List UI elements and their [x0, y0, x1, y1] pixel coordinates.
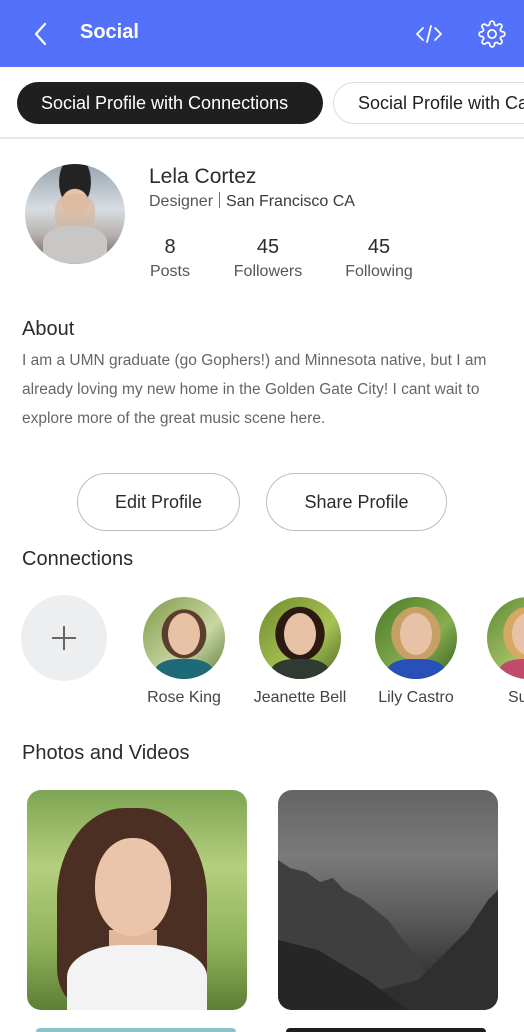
connection-name: Lily Castro — [378, 689, 454, 706]
tab-bar: Social Profile with Connections Social P… — [0, 67, 524, 139]
stat-value: 8 — [164, 236, 176, 258]
profile-avatar — [25, 164, 125, 264]
tab-social-profile-cards[interactable]: Social Profile with Ca — [333, 82, 524, 124]
add-connection-button[interactable] — [21, 595, 107, 681]
edit-profile-button[interactable]: Edit Profile — [77, 473, 240, 531]
stat-followers[interactable]: 45 Followers — [232, 236, 304, 281]
stat-value: 45 — [367, 236, 391, 258]
photo-thumbnail[interactable] — [27, 790, 247, 1010]
connection-avatar — [259, 597, 341, 679]
connection-item[interactable]: Rose King — [134, 597, 234, 707]
photo-thumbnail-partial[interactable] — [286, 1028, 486, 1032]
connections-heading: Connections — [22, 548, 134, 570]
share-profile-button[interactable]: Share Profile — [266, 473, 447, 531]
stat-value: 45 — [256, 236, 280, 258]
profile-name: Lela Cortez — [149, 165, 257, 188]
divider — [219, 192, 221, 208]
profile-subline: Designer San Francisco CA — [149, 192, 355, 211]
connection-name: Jeanette Bell — [253, 689, 347, 706]
settings-button[interactable] — [478, 20, 506, 48]
photos-heading: Photos and Videos — [22, 742, 190, 764]
connection-item[interactable]: Lily Castro — [366, 597, 466, 707]
connection-avatar — [143, 597, 225, 679]
connection-name: Susie — [507, 689, 524, 706]
tab-social-profile-connections[interactable]: Social Profile with Connections — [17, 82, 323, 124]
profile-role: Designer — [149, 193, 214, 210]
photo-thumbnail-partial[interactable] — [36, 1028, 236, 1032]
stat-posts[interactable]: 8 Posts — [149, 236, 191, 281]
about-text: I am a UMN graduate (go Gophers!) and Mi… — [22, 352, 487, 427]
mountain-landscape-image — [278, 860, 498, 1010]
photo-thumbnail[interactable] — [278, 790, 498, 1010]
stat-label: Following — [345, 263, 413, 280]
connection-item[interactable]: Jeanette Bell — [250, 597, 350, 707]
chevron-left-icon — [34, 22, 47, 46]
app-title: Social — [80, 21, 139, 43]
code-icon — [416, 25, 442, 43]
back-button[interactable] — [28, 20, 54, 48]
connection-name: Rose King — [147, 689, 221, 706]
connection-item[interactable]: Susie — [478, 597, 524, 707]
app-bar: Social — [0, 0, 524, 67]
about-heading: About — [22, 318, 75, 340]
avatar-scarf-shape — [43, 226, 107, 264]
stat-label: Posts — [149, 263, 190, 280]
gear-icon — [478, 20, 506, 48]
stat-following[interactable]: 45 Following — [343, 236, 415, 281]
connection-avatar — [487, 597, 524, 679]
profile-location: San Francisco CA — [226, 193, 355, 210]
code-view-button[interactable] — [414, 20, 444, 48]
connection-avatar — [375, 597, 457, 679]
stat-label: Followers — [233, 263, 303, 280]
